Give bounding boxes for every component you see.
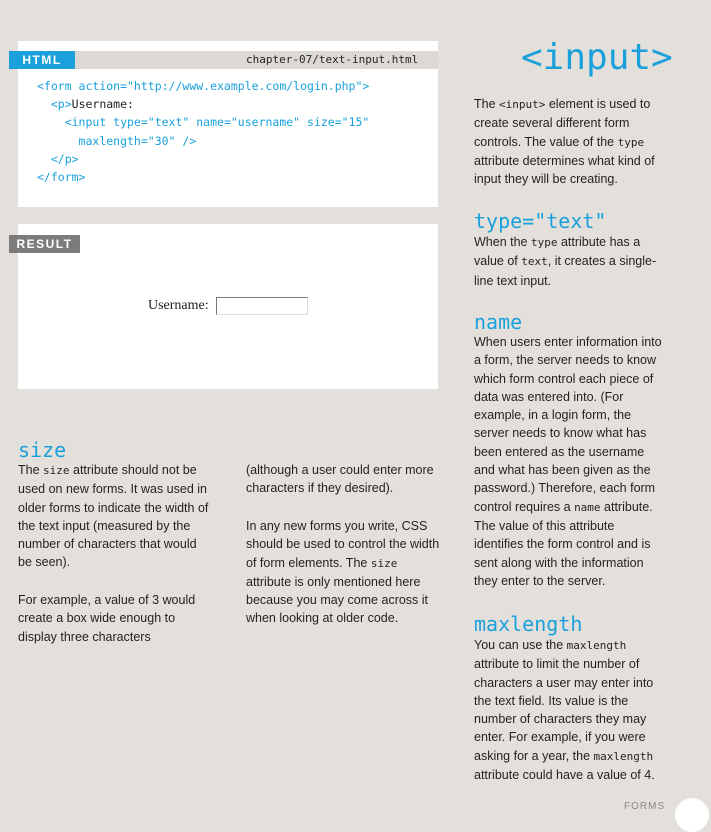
code-listing: <form action="http://www.example.com/log… (37, 77, 369, 186)
input-intro-text: The <input> element is used to create se… (474, 97, 655, 187)
maxlength-description: You can use the maxlength attribute to l… (474, 638, 655, 783)
size-paragraph: The size attribute should not be used on… (18, 463, 209, 570)
code-line: <input type="text" name="username" size=… (64, 115, 370, 130)
name-description: When users enter information into a form… (474, 335, 662, 588)
name-heading: name (474, 310, 523, 334)
code-line: </form> (37, 170, 86, 185)
result-tab-label: RESULT (9, 235, 80, 253)
code-line: maxlength="30" /> (78, 133, 197, 148)
code-line: <form action="http://www.example.com/log… (37, 79, 370, 93)
size-paragraph: (although a user could enter more charac… (246, 463, 434, 496)
type-text-description: When the type attribute has a value of t… (474, 235, 657, 288)
size-paragraph: For example, a value of 3 would create a… (18, 593, 196, 644)
code-line-text: Username: (71, 97, 134, 112)
page-number-badge (675, 798, 709, 832)
footer-section-label: FORMS (624, 801, 666, 812)
type-text-heading: type="text" (474, 209, 607, 233)
code-line: </p> (50, 151, 79, 166)
page-title: <input> (521, 37, 673, 78)
html-tab-label: HTML (9, 51, 75, 69)
username-input[interactable] (216, 297, 308, 315)
code-filename: chapter-07/text-input.html (246, 53, 419, 66)
maxlength-heading: maxlength (474, 612, 583, 636)
username-label: Username: (148, 298, 209, 313)
code-line: <p> (50, 97, 72, 112)
size-heading: size (18, 438, 67, 462)
size-paragraph: In any new forms you write, CSS should b… (246, 519, 440, 626)
